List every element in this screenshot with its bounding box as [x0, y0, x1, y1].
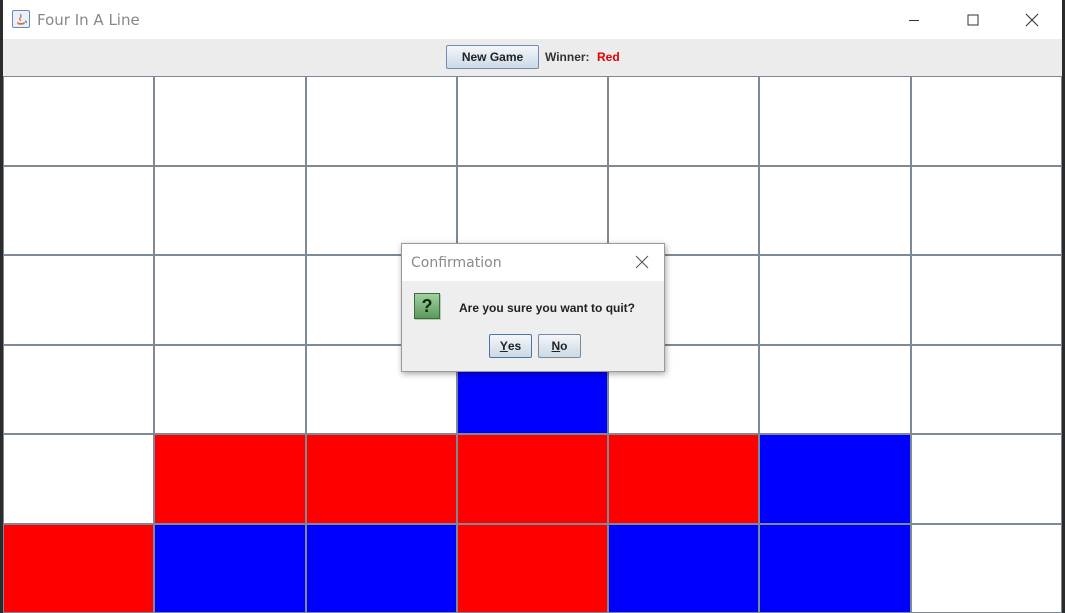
board-cell-r6-c5[interactable] [608, 524, 759, 613]
board-cell-r5-c4[interactable] [457, 434, 608, 524]
toolbar: New Game Winner: Red [3, 39, 1062, 76]
yes-mnemonic: Y [499, 339, 508, 353]
board-cell-r6-c3[interactable] [306, 524, 457, 613]
board-cell-r6-c4[interactable] [457, 524, 608, 613]
board-cell-r5-c1[interactable] [3, 434, 154, 524]
board-cell-r6-c7[interactable] [911, 524, 1062, 613]
board-cell-r4-c1[interactable] [3, 345, 154, 434]
close-button[interactable] [1003, 0, 1061, 39]
winner-label: Winner: [545, 50, 590, 64]
board-cell-r1-c2[interactable] [154, 76, 306, 166]
no-mnemonic: N [551, 339, 561, 353]
board-cell-r5-c7[interactable] [911, 434, 1062, 524]
board-cell-r2-c1[interactable] [3, 166, 154, 255]
board-cell-r6-c2[interactable] [154, 524, 306, 613]
no-button[interactable]: No [538, 334, 581, 358]
board-cell-r5-c6[interactable] [759, 434, 911, 524]
new-game-button[interactable]: New Game [446, 45, 539, 69]
board-cell-r1-c4[interactable] [457, 76, 608, 166]
minimize-button[interactable] [885, 0, 943, 39]
board-cell-r3-c7[interactable] [911, 255, 1062, 345]
dialog-title-bar: Confirmation [402, 244, 664, 281]
close-icon [1025, 13, 1039, 26]
minimize-icon [909, 19, 919, 21]
app-window: Four In A Line New Game Winner: Red Conf… [3, 0, 1062, 613]
board-cell-r2-c7[interactable] [911, 166, 1062, 255]
board-cell-r6-c6[interactable] [759, 524, 911, 613]
confirmation-dialog: Confirmation ? Are you sure you want to … [401, 243, 665, 372]
window-title: Four In A Line [37, 11, 140, 29]
winner-value: Red [597, 50, 620, 64]
board-cell-r3-c1[interactable] [3, 255, 154, 345]
board-cell-r1-c3[interactable] [306, 76, 457, 166]
title-bar: Four In A Line [3, 0, 1062, 39]
dialog-close-button[interactable] [633, 253, 651, 271]
board-cell-r3-c6[interactable] [759, 255, 911, 345]
board-cell-r5-c5[interactable] [608, 434, 759, 524]
board-cell-r1-c7[interactable] [911, 76, 1062, 166]
dialog-title: Confirmation [411, 255, 502, 271]
question-icon: ? [414, 293, 440, 319]
java-app-icon [12, 10, 30, 28]
yes-button[interactable]: Yes [489, 334, 532, 358]
board-cell-r4-c2[interactable] [154, 345, 306, 434]
board-cell-r4-c6[interactable] [759, 345, 911, 434]
board-cell-r2-c4[interactable] [457, 166, 608, 255]
board-cell-r6-c1[interactable] [3, 524, 154, 613]
board-cell-r2-c2[interactable] [154, 166, 306, 255]
maximize-icon [967, 14, 979, 25]
close-icon [635, 255, 649, 269]
board-cell-r3-c2[interactable] [154, 255, 306, 345]
board-cell-r2-c5[interactable] [608, 166, 759, 255]
maximize-button[interactable] [944, 0, 1002, 39]
board-cell-r1-c5[interactable] [608, 76, 759, 166]
board-cell-r2-c3[interactable] [306, 166, 457, 255]
yes-label-rest: es [507, 339, 522, 353]
board-cell-r1-c6[interactable] [759, 76, 911, 166]
dialog-message: Are you sure you want to quit? [459, 301, 636, 315]
board-cell-r5-c2[interactable] [154, 434, 306, 524]
board-cell-r4-c7[interactable] [911, 345, 1062, 434]
board-cell-r5-c3[interactable] [306, 434, 457, 524]
board-cell-r1-c1[interactable] [3, 76, 154, 166]
board-cell-r2-c6[interactable] [759, 166, 911, 255]
no-label-rest: o [560, 339, 568, 353]
